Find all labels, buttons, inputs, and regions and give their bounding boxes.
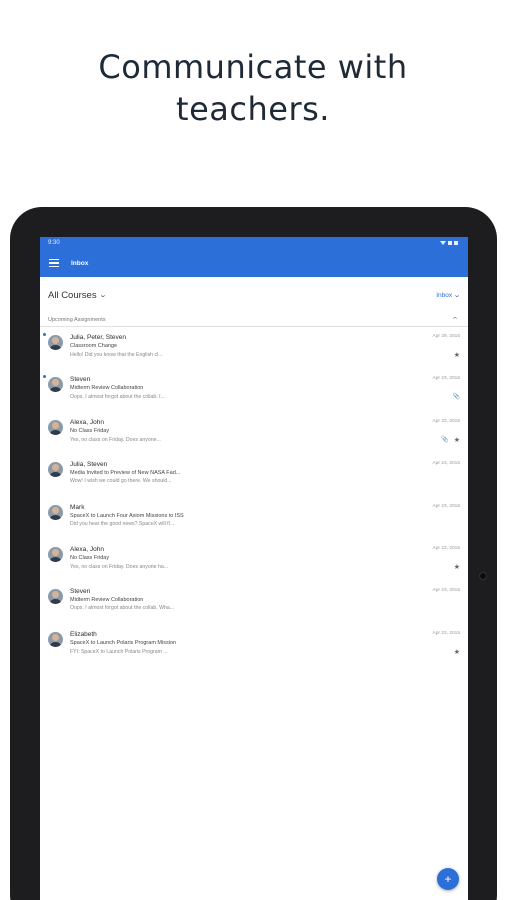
course-filter-dropdown[interactable]: All Courses ⌄ [48, 289, 107, 301]
message-row[interactable]: Julia, Peter, Steven Apr 29, 2015 Classr… [40, 327, 468, 369]
avatar [48, 462, 63, 478]
message-date: Apr 23, 2015 [432, 461, 460, 467]
section-label: Upcoming Assignments [48, 316, 106, 323]
hamburger-menu-icon[interactable] [49, 259, 59, 267]
chevron-down-icon: ⌄ [452, 292, 462, 299]
course-filter-label: All Courses [48, 289, 97, 301]
mailbox-filter-label: Inbox [436, 291, 453, 299]
signal-icon [448, 241, 452, 245]
unread-indicator [43, 333, 46, 336]
message-list: Julia, Peter, Steven Apr 29, 2015 Classr… [40, 327, 468, 666]
message-authors: Mark [70, 503, 85, 511]
message-preview: Oops, I almost forgot about the collab. … [70, 393, 165, 400]
message-subject: Classroom Change [70, 343, 118, 349]
avatar [48, 504, 63, 520]
battery-icon [454, 241, 458, 245]
message-row[interactable]: Steven Apr 23, 2015 Midterm Review Colla… [40, 581, 468, 623]
compose-plus-icon: + [444, 872, 452, 886]
filter-bar: All Courses ⌄ Inbox ⌄ [40, 277, 468, 313]
message-subject: Midterm Review Collaboration [70, 385, 144, 392]
message-authors: Julia, Steven [70, 461, 108, 469]
message-preview: Yes, no class on Friday. Does anyone ha.… [70, 563, 169, 570]
message-date: Apr 29, 2015 [432, 334, 460, 339]
message-row[interactable]: Alexa, John Apr 23, 2015 No Class Friday… [40, 539, 468, 581]
message-row[interactable]: Steven Apr 23, 2015 Midterm Review Colla… [40, 369, 468, 411]
message-date: Apr 23, 2015 [432, 630, 460, 636]
message-preview: Yes, no class on Friday. Does anyone... [70, 436, 161, 443]
message-date: Apr 23, 2015 [432, 545, 460, 551]
message-preview: Hello! Did you know that the English cl.… [70, 352, 163, 358]
message-date: Apr 23, 2015 [432, 503, 460, 509]
status-time: 9:30 [48, 240, 60, 246]
compose-button[interactable]: + [437, 868, 459, 890]
message-subject: SpaceX to Launch Polaris Program Mission [70, 639, 177, 646]
avatar [48, 631, 63, 647]
message-subject: Media Invited to Preview of New NASA Fad… [70, 470, 181, 477]
avatar [48, 335, 63, 350]
message-preview: Did you hear the good news? SpaceX will … [70, 520, 175, 527]
status-icons [440, 241, 458, 245]
message-subject: SpaceX to Launch Four Axiom Missions to … [70, 512, 184, 519]
chevron-down-icon: ⌄ [98, 292, 107, 299]
paperclip-icon: 📎 [452, 394, 460, 401]
message-date: Apr 23, 2015 [432, 418, 460, 424]
avatar [48, 589, 63, 605]
message-authors: Alexa, John [70, 545, 104, 553]
message-authors: Elizabeth [70, 630, 97, 638]
message-row[interactable]: Elizabeth Apr 23, 2015 SpaceX to Launch … [40, 624, 468, 666]
app-screen: 9:30 Inbox All Courses ⌄ Inbox ⌄ Upcomin… [40, 237, 468, 900]
headline-line-1: Communicate with [98, 48, 408, 86]
star-icon[interactable]: ★ [454, 563, 460, 571]
headline: Communicate with teachers. [0, 46, 506, 130]
message-subject: No Class Friday [70, 427, 110, 434]
wifi-icon [440, 241, 446, 245]
mailbox-filter-dropdown[interactable]: Inbox ⌄ [436, 291, 462, 300]
unread-indicator [43, 375, 46, 379]
chevron-up-icon: ⌃ [450, 316, 460, 324]
star-icon[interactable]: ★ [454, 648, 460, 656]
message-authors: Steven [70, 376, 91, 384]
app-bar-title: Inbox [71, 259, 89, 267]
message-authors: Steven [70, 588, 91, 596]
message-preview: FYI: SpaceX to Launch Polaris Program ..… [70, 648, 168, 655]
avatar [48, 546, 63, 562]
camera-dot [479, 572, 487, 580]
paperclip-icon: 📎 [441, 437, 449, 444]
message-preview: Oops, I almost forgot about the collab. … [70, 605, 175, 612]
section-header[interactable]: Upcoming Assignments ⌃ [40, 313, 468, 327]
message-row[interactable]: Mark Apr 23, 2015 SpaceX to Launch Four … [40, 497, 468, 539]
status-bar: 9:30 [40, 237, 468, 249]
star-icon[interactable]: ★ [454, 436, 460, 444]
message-row[interactable]: Julia, Steven Apr 23, 2015 Media Invited… [40, 454, 468, 496]
message-authors: Alexa, John [70, 418, 104, 426]
message-preview: Wow! I wish we could go there. We should… [70, 478, 172, 485]
avatar [48, 377, 63, 393]
message-date: Apr 23, 2015 [432, 588, 460, 594]
star-icon[interactable]: ★ [454, 351, 460, 359]
avatar [48, 419, 63, 435]
message-row[interactable]: Alexa, John Apr 23, 2015 No Class Friday… [40, 412, 468, 454]
app-bar: Inbox [40, 249, 468, 277]
message-subject: No Class Friday [70, 554, 110, 561]
message-date: Apr 23, 2015 [432, 376, 460, 382]
headline-line-2: teachers. [176, 90, 330, 128]
message-authors: Julia, Peter, Steven [70, 334, 127, 341]
message-subject: Midterm Review Collaboration [70, 597, 144, 604]
